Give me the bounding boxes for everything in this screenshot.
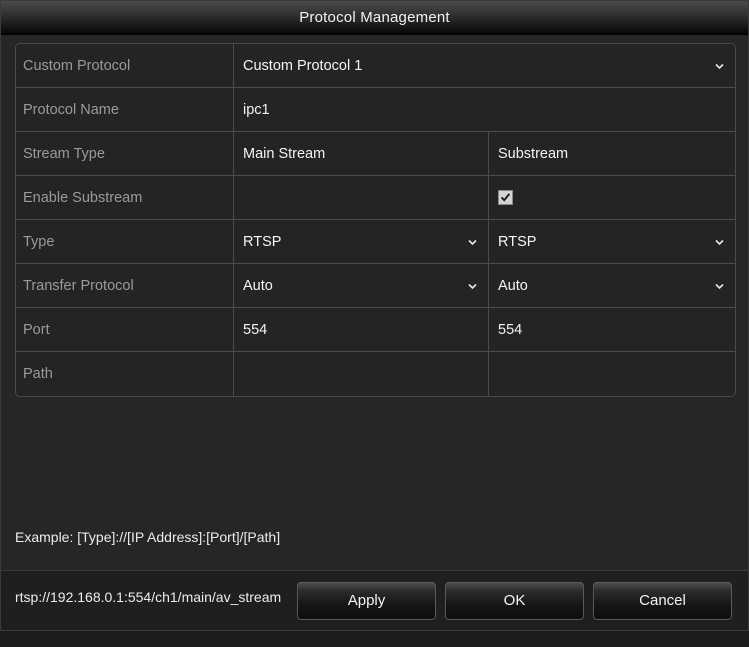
chevron-down-icon [467, 280, 478, 291]
example-hint-line2: rtsp://192.168.0.1:554/ch1/main/av_strea… [15, 589, 282, 605]
port-main-value: 554 [243, 321, 268, 338]
table-row-custom-protocol: Custom Protocol Custom Protocol 1 [16, 44, 735, 88]
label-enable-substream: Enable Substream [16, 176, 234, 219]
enable-substream-checkbox[interactable] [498, 190, 513, 205]
protocol-name-value: ipc1 [243, 101, 270, 118]
table-row-path: Path [16, 352, 735, 396]
chevron-down-icon [714, 280, 725, 291]
table-row-transfer-protocol: Transfer Protocol Auto Auto [16, 264, 735, 308]
stream-type-main-value: Main Stream [243, 145, 326, 162]
custom-protocol-value: Custom Protocol 1 [243, 57, 363, 74]
type-main-value: RTSP [243, 233, 282, 250]
table-row-port: Port 554 554 [16, 308, 735, 352]
table-row-stream-type: Stream Type Main Stream Substream [16, 132, 735, 176]
example-hint: Example: [Type]://[IP Address]:[Port]/[P… [15, 487, 281, 647]
type-main-dropdown[interactable]: RTSP [234, 220, 489, 263]
label-stream-type: Stream Type [16, 132, 234, 175]
transfer-protocol-sub-value: Auto [498, 277, 528, 294]
port-sub-value: 554 [498, 321, 523, 338]
chevron-down-icon [714, 60, 725, 71]
port-main-input[interactable]: 554 [234, 308, 489, 351]
label-path: Path [16, 352, 234, 396]
table-row-type: Type RTSP RTSP [16, 220, 735, 264]
type-sub-value: RTSP [498, 233, 537, 250]
protocol-name-input[interactable]: ipc1 [234, 88, 735, 131]
dialog-body: Custom Protocol Custom Protocol 1 Protoc… [1, 35, 748, 605]
path-sub-input[interactable] [489, 352, 735, 396]
enable-substream-main-cell [234, 176, 489, 219]
chevron-down-icon [467, 236, 478, 247]
cancel-button[interactable]: Cancel [593, 581, 732, 620]
path-main-input[interactable] [234, 352, 489, 396]
label-port: Port [16, 308, 234, 351]
label-type: Type [16, 220, 234, 263]
dialog-title: Protocol Management [299, 9, 450, 26]
custom-protocol-dropdown[interactable]: Custom Protocol 1 [234, 44, 735, 87]
label-protocol-name: Protocol Name [16, 88, 234, 131]
dialog-titlebar: Protocol Management [1, 1, 748, 35]
stream-type-main-header: Main Stream [234, 132, 489, 175]
table-row-enable-substream: Enable Substream [16, 176, 735, 220]
label-transfer-protocol: Transfer Protocol [16, 264, 234, 307]
example-hint-line1: Example: [Type]://[IP Address]:[Port]/[P… [15, 529, 281, 545]
type-sub-dropdown[interactable]: RTSP [489, 220, 735, 263]
stream-type-sub-value: Substream [498, 145, 569, 162]
table-row-protocol-name: Protocol Name ipc1 [16, 88, 735, 132]
protocol-management-dialog: Protocol Management Custom Protocol Cust… [0, 0, 749, 631]
enable-substream-sub-cell[interactable] [489, 176, 735, 219]
stream-type-sub-header: Substream [489, 132, 735, 175]
chevron-down-icon [714, 236, 725, 247]
transfer-protocol-main-value: Auto [243, 277, 273, 294]
port-sub-input[interactable]: 554 [489, 308, 735, 351]
label-custom-protocol: Custom Protocol [16, 44, 234, 87]
transfer-protocol-sub-dropdown[interactable]: Auto [489, 264, 735, 307]
transfer-protocol-main-dropdown[interactable]: Auto [234, 264, 489, 307]
ok-button[interactable]: OK [445, 581, 584, 620]
apply-button[interactable]: Apply [297, 581, 436, 620]
protocol-settings-table: Custom Protocol Custom Protocol 1 Protoc… [15, 43, 736, 397]
